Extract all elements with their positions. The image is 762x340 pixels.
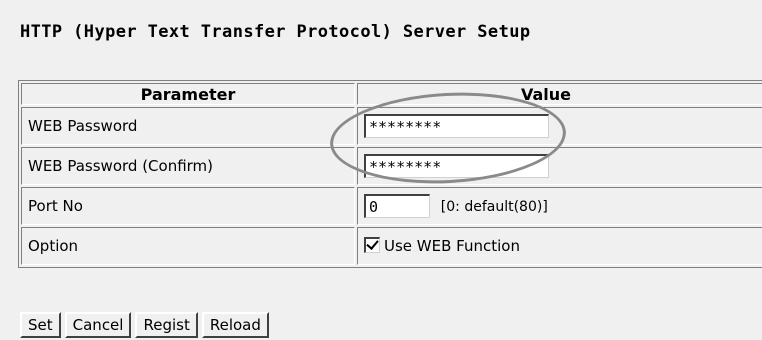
table-row: WEB Password (Confirm) [21,147,762,185]
value-header: Value [357,83,762,105]
row-value-option: Use WEB Function [357,227,762,265]
row-label-web-password: WEB Password [21,107,355,145]
web-password-field[interactable] [364,114,549,138]
port-no-field[interactable] [364,194,430,218]
port-default-hint: [0: default(80)] [440,198,548,215]
table-row: Port No [0: default(80)] [21,187,762,225]
row-value-web-password-confirm [357,147,762,185]
row-label-web-password-confirm: WEB Password (Confirm) [21,147,355,185]
table-header-row: Parameter Value [21,83,762,105]
reload-button[interactable]: Reload [201,312,269,338]
table-row: WEB Password [21,107,762,145]
table-row: Option Use WEB Function [21,227,762,265]
regist-button[interactable]: Regist [135,312,198,338]
use-web-function-checkbox[interactable] [364,237,380,253]
page-title: HTTP (Hyper Text Transfer Protocol) Serv… [20,22,531,42]
web-password-confirm-field[interactable] [364,154,549,178]
settings-table: Parameter Value WEB Password WEB Passwor… [18,80,762,268]
button-bar: Set Cancel Regist Reload [20,312,269,338]
parameter-header: Parameter [21,83,355,105]
row-label-port-no: Port No [21,187,355,225]
cancel-button[interactable]: Cancel [64,312,132,338]
row-value-port-no: [0: default(80)] [357,187,762,225]
row-label-option: Option [21,227,355,265]
row-value-web-password [357,107,762,145]
set-button[interactable]: Set [20,312,61,338]
use-web-function-label[interactable]: Use WEB Function [384,237,520,255]
